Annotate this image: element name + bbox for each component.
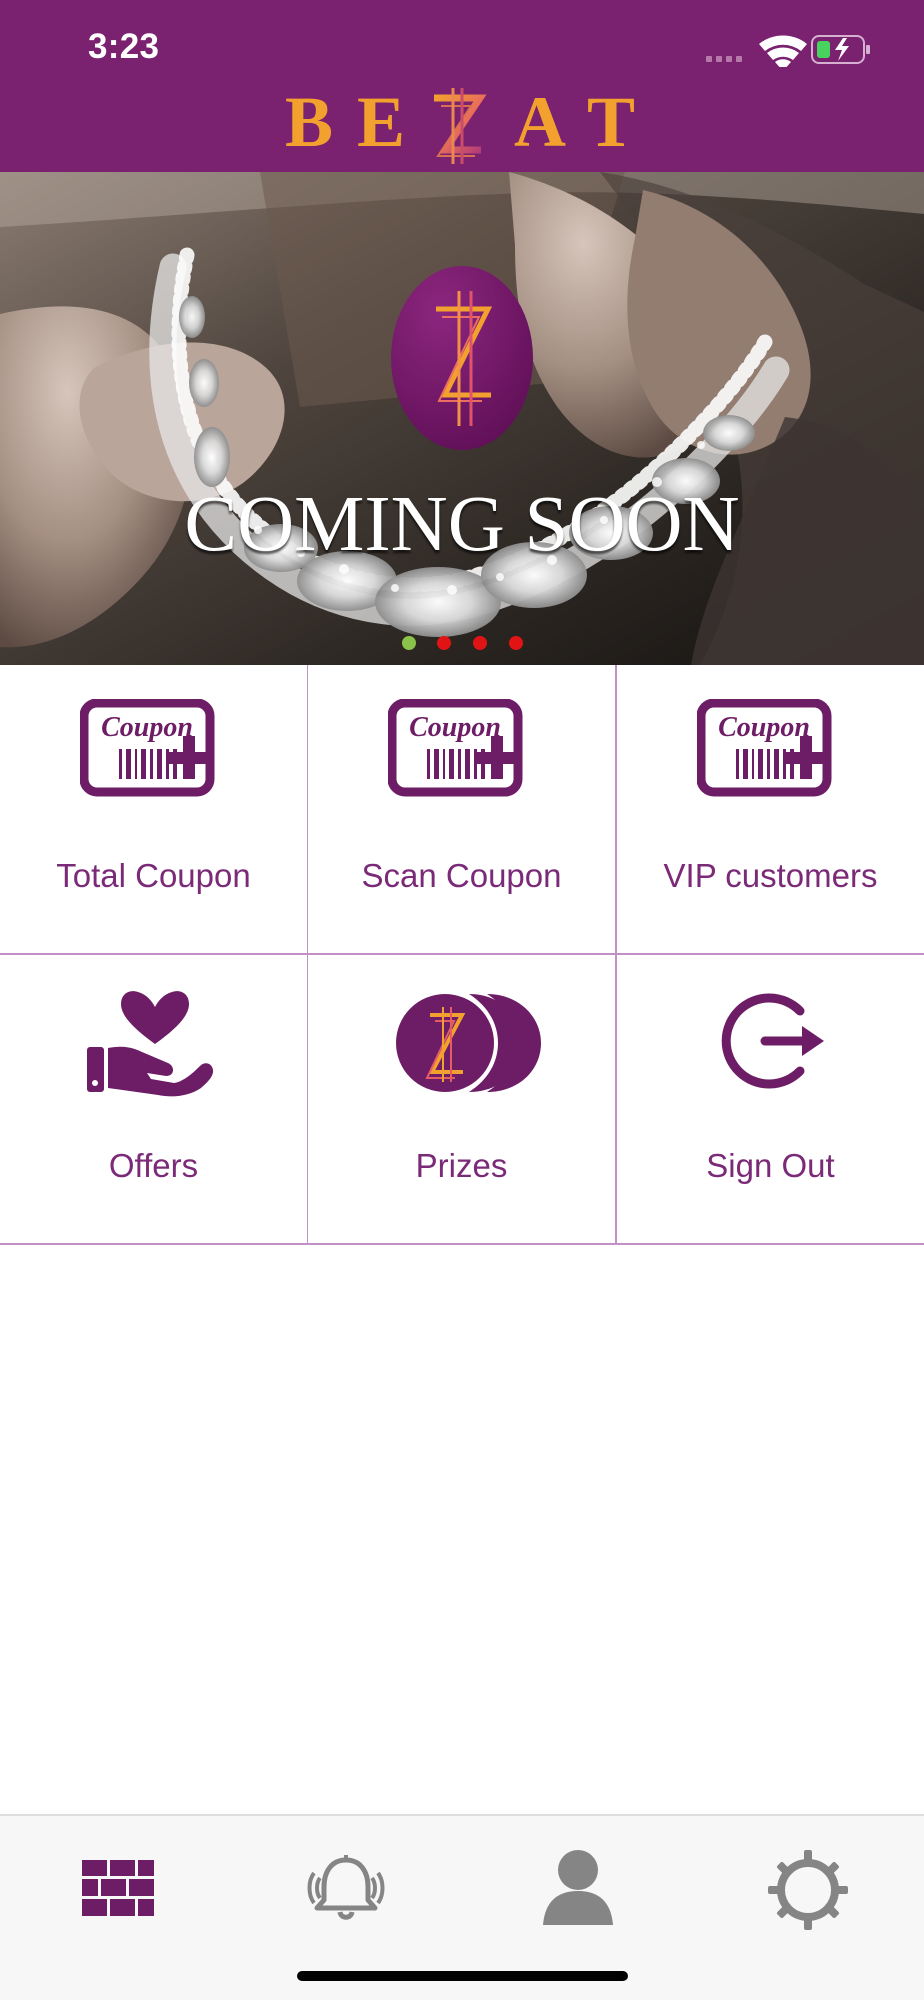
battery-icon [811, 35, 870, 64]
coupon-icon-text: Coupon [409, 712, 501, 743]
tile-total-coupon[interactable]: Coupon Total Coupon [0, 665, 307, 953]
wifi-icon [759, 35, 807, 67]
tab-profile[interactable] [528, 1840, 628, 1940]
gear-icon [768, 1850, 848, 1930]
tile-label: Total Coupon [56, 857, 251, 894]
app-header: 3:23 B E A T [0, 0, 924, 172]
brand-letter: A [514, 82, 566, 162]
tile-label: Scan Coupon [361, 857, 562, 894]
tab-settings[interactable] [758, 1840, 858, 1940]
coupon-icon-text: Coupon [101, 712, 193, 743]
coins-icon [396, 994, 541, 1092]
bell-icon [307, 1855, 385, 1920]
home-indicator[interactable] [297, 1971, 628, 1981]
app-screen: 3:23 B E A T COMING SOON Coupon Total Co… [0, 0, 924, 2000]
coupon-icon: Coupon [388, 699, 523, 797]
tile-label: Sign Out [706, 1147, 835, 1184]
tile-sign-out[interactable]: Sign Out [617, 955, 924, 1243]
brand-z-icon [434, 88, 487, 164]
coupon-icon-text: Coupon [718, 712, 810, 743]
coupon-icon: Coupon [80, 699, 215, 797]
brand-letter: B [285, 82, 334, 162]
grid-icon [82, 1860, 154, 1916]
tile-label: VIP customers [663, 857, 878, 894]
tile-prizes[interactable]: Prizes [308, 955, 615, 1243]
coupon-icon: Coupon [697, 699, 832, 797]
tile-scan-coupon[interactable]: Coupon Scan Coupon [308, 665, 615, 953]
tile-label: Offers [108, 1147, 199, 1184]
coming-soon-text: COMING SOON [184, 481, 740, 568]
carousel-dot[interactable] [473, 636, 487, 650]
banner-image [0, 172, 924, 665]
banner-carousel[interactable]: COMING SOON [0, 172, 924, 665]
tab-notifications[interactable] [296, 1840, 396, 1940]
user-icon [543, 1850, 613, 1925]
dashboard-menu-grid: Coupon Total Coupon Coupon Scan Coupon C… [0, 665, 924, 1245]
brand-medallion [391, 266, 533, 450]
heart-hand-icon [87, 991, 214, 1097]
brand-letter: T [587, 82, 636, 162]
sign-out-icon [721, 993, 824, 1089]
carousel-dot[interactable] [509, 636, 523, 650]
brand-logo: B E A T [0, 82, 924, 164]
tab-dashboard[interactable] [67, 1840, 167, 1940]
status-icons [706, 35, 870, 67]
tile-offers[interactable]: Offers [0, 955, 307, 1243]
tile-label: Prizes [415, 1147, 508, 1184]
status-time: 3:23 [88, 27, 160, 66]
cellular-signal-icon [706, 56, 742, 62]
brand-letter: E [357, 82, 406, 162]
tile-vip-customers[interactable]: Coupon VIP customers [617, 665, 924, 953]
carousel-dot[interactable] [437, 636, 451, 650]
carousel-dot-active[interactable] [402, 636, 416, 650]
